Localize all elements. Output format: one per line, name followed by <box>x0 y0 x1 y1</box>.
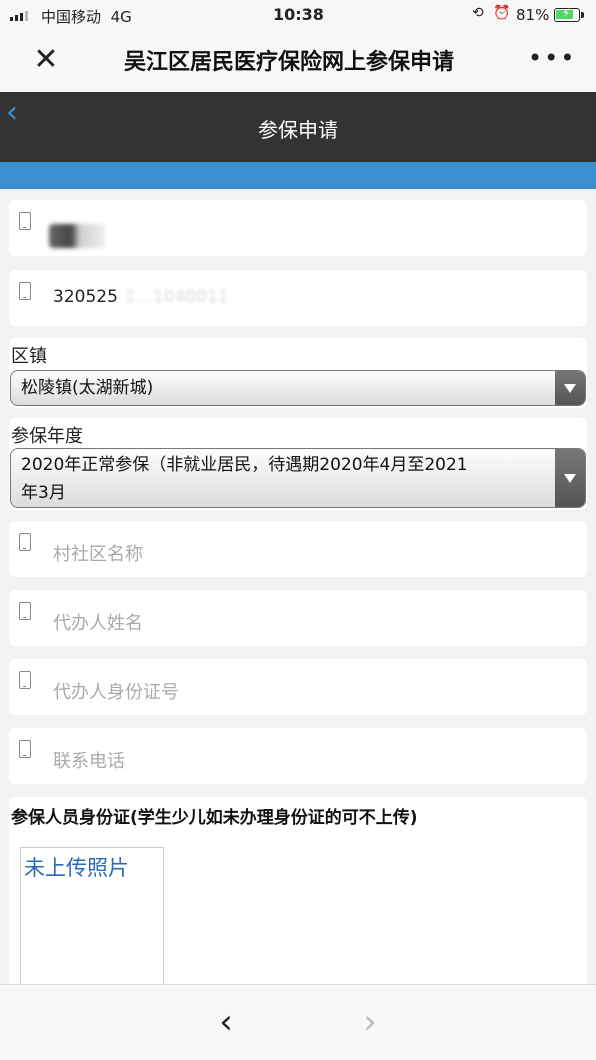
contact-phone-placeholder: 联系电话 <box>53 751 125 772</box>
webview-title-bar: ✕ 吴江区居民医疗保险网上参保申请 ••• <box>0 30 596 92</box>
year-group: 参保年度 2020年正常参保（非就业居民，待遇期2020年4月至2021 年3月 <box>9 418 587 510</box>
community-placeholder: 村社区名称 <box>53 544 143 565</box>
district-label: 区镇 <box>11 346 47 367</box>
browser-bottom-nav: ‹ › <box>0 984 596 1060</box>
mobile-phone-icon <box>19 740 31 758</box>
webview-title: 吴江区居民医疗保险网上参保申请 <box>124 50 455 75</box>
id-number-value: 320525 <box>53 287 118 307</box>
agent-id-placeholder: 代办人身份证号 <box>53 682 179 703</box>
battery-percent: 81% <box>516 6 550 24</box>
chevron-left-icon[interactable]: ‹ <box>206 1003 246 1043</box>
dropdown-arrow-icon <box>555 449 585 507</box>
year-selected-value-line2: 年3月 <box>21 483 66 503</box>
mobile-phone-icon <box>19 533 31 551</box>
district-group: 区镇 松陵镇(太湖新城) <box>9 338 587 408</box>
year-label: 参保年度 <box>11 426 83 447</box>
more-dots-icon[interactable]: ••• <box>528 44 574 76</box>
id-photo-box[interactable]: 未上传照片 <box>20 847 164 987</box>
rotation-lock-icon: ⟲ <box>472 5 484 21</box>
district-selected-value: 松陵镇(太湖新城) <box>21 378 154 398</box>
photo-status: 未上传照片 <box>24 856 129 880</box>
mobile-phone-icon <box>19 602 31 620</box>
agent-name-field[interactable]: 代办人姓名 <box>9 590 587 646</box>
mobile-phone-icon <box>19 671 31 689</box>
close-icon[interactable]: ✕ <box>30 44 62 76</box>
alarm-clock-icon: ⏰ <box>493 5 511 21</box>
id-number-field[interactable]: 320525 1…1040011 <box>9 270 587 326</box>
signal-bars-icon <box>10 11 28 21</box>
clock: 10:38 <box>273 5 324 24</box>
page-title: 参保申请 <box>258 118 338 142</box>
battery-charging-icon: ⚡ <box>554 6 580 22</box>
name-field[interactable] <box>9 200 587 256</box>
id-number-obscured: 1…1040011 <box>125 287 229 307</box>
mobile-phone-icon <box>19 212 31 230</box>
id-photo-upload-section: 参保人员身份证(学生少儿如未办理身份证的可不上传) 未上传照片 <box>9 797 587 987</box>
year-selected-value-line1: 2020年正常参保（非就业居民，待遇期2020年4月至2021 <box>21 455 468 475</box>
mobile-phone-icon <box>19 282 31 300</box>
accent-strip <box>0 162 596 189</box>
obscured-name-value <box>49 224 105 248</box>
chevron-right-icon[interactable]: › <box>350 1003 390 1043</box>
status-bar: 中国移动 4G 10:38 ⟲ ⏰ 81% ⚡ <box>0 0 596 30</box>
agent-name-placeholder: 代办人姓名 <box>53 613 143 634</box>
id-photo-label: 参保人员身份证(学生少儿如未办理身份证的可不上传) <box>11 808 418 828</box>
page-header: ‹ 参保申请 <box>0 92 596 162</box>
year-select[interactable]: 2020年正常参保（非就业居民，待遇期2020年4月至2021 年3月 <box>10 448 586 508</box>
carrier-label: 中国移动 4G <box>41 8 132 26</box>
community-field[interactable]: 村社区名称 <box>9 521 587 577</box>
contact-phone-field[interactable]: 联系电话 <box>9 728 587 784</box>
battery-tip <box>581 12 584 18</box>
dropdown-arrow-icon <box>555 371 585 405</box>
district-select[interactable]: 松陵镇(太湖新城) <box>10 370 586 406</box>
agent-id-field[interactable]: 代办人身份证号 <box>9 659 587 715</box>
